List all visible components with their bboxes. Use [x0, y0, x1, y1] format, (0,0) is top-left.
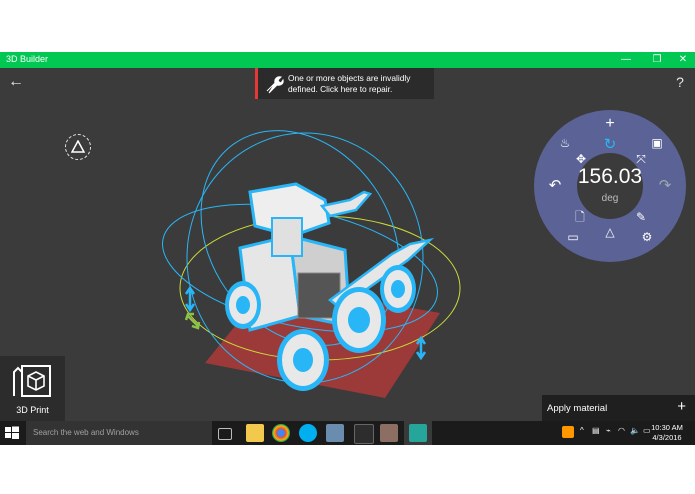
3d-print-label: 3D Print [16, 405, 49, 415]
robot-arm-left [319, 190, 373, 218]
repair-notification-text: One or more objects are invalidly define… [288, 73, 411, 94]
rotation-unit: deg [601, 193, 619, 204]
3d-print-button[interactable]: 3D Print [0, 356, 65, 421]
wrench-icon [266, 76, 284, 94]
undo-icon[interactable]: ↶ [546, 177, 564, 195]
windows-start-icon[interactable] [4, 425, 20, 441]
rotation-readout: 156.03 deg [577, 153, 643, 219]
window-title: 3D Builder [6, 54, 49, 64]
triangle-icon [71, 140, 85, 153]
tray-app-icon[interactable]: ▤ [592, 426, 600, 435]
3d-builder-taskbar-item[interactable] [404, 421, 432, 447]
triangle-shape-icon[interactable]: △ [601, 223, 619, 241]
maximize-button[interactable]: ❐ [645, 52, 669, 68]
task-view-icon[interactable] [218, 428, 232, 440]
rotation-control-wheel[interactable]: + ♨ ▣ ✥ ↻ ⤧ ↶ ↷ 🗋 ✎ ▭ △ ⚙ 156.03 deg [534, 110, 686, 262]
move-handle-green[interactable] [184, 312, 201, 330]
back-arrow-icon[interactable]: ← [6, 72, 26, 92]
move-handle-blue[interactable] [184, 285, 196, 313]
box-icon[interactable]: ▭ [564, 228, 582, 246]
redo-icon[interactable]: ↷ [656, 177, 674, 195]
top-blank-area [0, 0, 695, 52]
wifi-icon[interactable]: ◠ [618, 426, 625, 435]
wheel-front-left [277, 329, 329, 391]
unity-icon[interactable] [354, 424, 374, 444]
bottom-blank-area [0, 445, 695, 494]
app-icon-1[interactable] [326, 424, 344, 442]
title-bar: 3D Builder — ❐ ✕ [0, 52, 695, 68]
3d-print-icon [13, 365, 51, 397]
3d-builder-taskbar-icon [409, 424, 427, 442]
document-icon[interactable]: 🗋 [571, 208, 589, 226]
move-handle-blue-right[interactable] [415, 335, 427, 361]
save-icon[interactable]: ▣ [648, 134, 666, 152]
help-icon[interactable]: ? [671, 72, 689, 92]
skype-icon[interactable] [299, 424, 317, 442]
taskbar-clock[interactable]: 10:30 AM 4/3/2016 [647, 423, 687, 443]
apply-material-label: Apply material [547, 403, 608, 414]
apply-material-plus-icon: + [677, 398, 686, 415]
viewport[interactable]: ← ? One or more objects are invalidly de… [0, 68, 695, 421]
apply-material-button[interactable]: Apply material + [542, 395, 695, 421]
minimize-button[interactable]: — [614, 52, 638, 68]
notification-badge-icon[interactable] [562, 426, 574, 438]
taskbar-search-box[interactable]: Search the web and Windows [26, 421, 212, 445]
volume-icon[interactable]: 🔈 [630, 426, 640, 435]
tray-chevron-icon[interactable]: ^ [580, 426, 584, 435]
wheel-front-right [332, 287, 386, 353]
wheel-back-left [225, 281, 261, 329]
pencil-icon[interactable]: ✎ [632, 208, 650, 226]
clock-time: 10:30 AM [651, 423, 683, 432]
windows-taskbar: Search the web and Windows ^ ▤ ⌁ ◠ 🔈 ▭ 1… [0, 421, 695, 447]
clock-date: 4/3/2016 [652, 433, 682, 442]
wheel-back-right [380, 265, 416, 313]
repair-notification[interactable]: One or more objects are invalidly define… [255, 68, 434, 99]
settings-gear-icon[interactable]: ⚙ [638, 228, 656, 246]
file-explorer-icon[interactable] [246, 424, 264, 442]
rotation-value: 156.03 [577, 165, 643, 188]
close-button[interactable]: ✕ [671, 52, 695, 68]
usb-icon[interactable]: ⌁ [606, 426, 611, 435]
rotate-icon[interactable]: ↻ [601, 136, 619, 154]
chrome-icon[interactable] [272, 424, 290, 442]
app-icon-2[interactable] [380, 424, 398, 442]
shape-picker-button[interactable] [65, 134, 91, 160]
taskbar-search-placeholder: Search the web and Windows [33, 428, 139, 437]
robot-neck [271, 217, 303, 257]
add-icon[interactable]: + [601, 115, 619, 133]
